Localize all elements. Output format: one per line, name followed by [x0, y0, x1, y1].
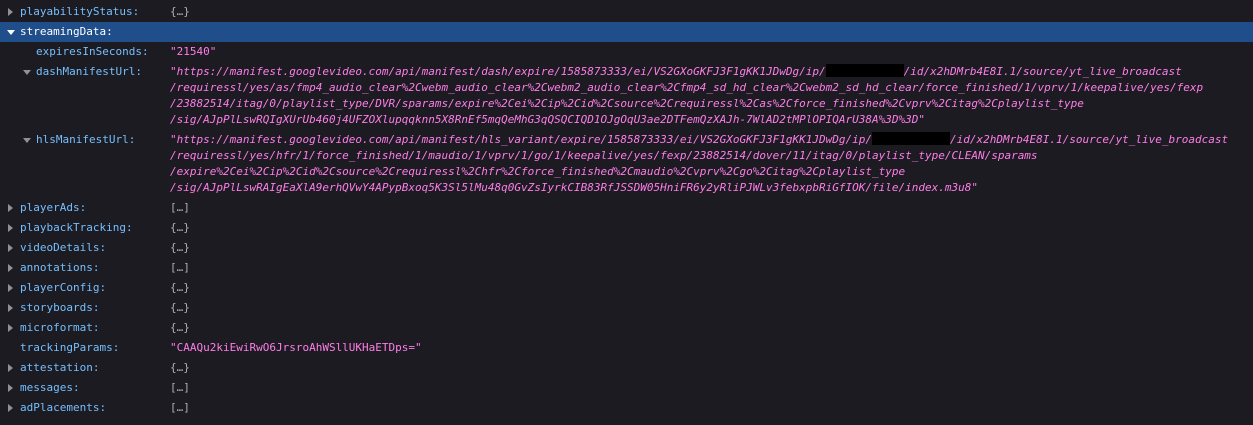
expand-toggle-icon[interactable] — [8, 384, 13, 392]
row-key-cell: playerConfig: — [0, 280, 106, 296]
expand-toggle-icon[interactable] — [8, 244, 13, 252]
json-row-messages[interactable]: messages: […] — [0, 378, 1253, 398]
row-value: {…} — [170, 241, 190, 254]
json-row-hlsManifestUrl[interactable]: hlsManifestUrl: "https://manifest.google… — [0, 130, 1253, 198]
row-key: playerAds: — [20, 201, 87, 214]
json-row-playbackTracking[interactable]: playbackTracking: {…} — [0, 218, 1253, 238]
row-key-cell: dashManifestUrl: — [0, 64, 142, 80]
row-value: […] — [170, 401, 190, 414]
row-key: playabilityStatus: — [20, 5, 140, 18]
json-row-dashManifestUrl[interactable]: dashManifestUrl: "https://manifest.googl… — [0, 62, 1253, 130]
json-viewer: playabilityStatus: {…} streamingData: ex… — [0, 0, 1253, 425]
row-key-cell: hlsManifestUrl: — [0, 132, 135, 148]
row-value: […] — [170, 381, 190, 394]
row-value: "CAAQu2kiEwiRwO6JrsroAhWSllUKHaETDps=" — [170, 341, 422, 354]
row-value: […] — [170, 201, 190, 214]
json-row-videoDetails[interactable]: videoDetails: {…} — [0, 238, 1253, 258]
row-value: "21540" — [170, 45, 217, 58]
row-key-cell: storyboards: — [0, 300, 99, 316]
redacted-ip-block — [825, 64, 904, 77]
row-key: playbackTracking: — [20, 221, 133, 234]
redacted-ip-block — [872, 132, 950, 145]
expand-toggle-icon[interactable] — [8, 304, 13, 312]
url-segment: /id/x2hDMrb4E8I.1/source/yt_live_broadca… — [903, 65, 1182, 78]
row-key: adPlacements: — [20, 401, 107, 414]
json-row-microformat[interactable]: microformat: {…} — [0, 318, 1253, 338]
row-value: {…} — [170, 361, 190, 374]
row-key-cell: microformat: — [0, 320, 99, 336]
json-row-attestation[interactable]: attestation: {…} — [0, 358, 1253, 378]
json-row-annotations[interactable]: annotations: […] — [0, 258, 1253, 278]
expand-toggle-icon[interactable] — [8, 284, 13, 292]
row-key: trackingParams: — [20, 341, 120, 354]
url-line: "https://manifest.googlevideo.com/api/ma… — [170, 132, 1233, 148]
row-key: messages: — [20, 381, 80, 394]
url-line: /sig/AJpPlLswRQIgXUrUb460j4UFZOXlupqqknn… — [170, 113, 925, 126]
url-line: /23882514/itag/0/playlist_type/DVR/spara… — [170, 97, 1084, 110]
json-row-trackingParams[interactable]: trackingParams: "CAAQu2kiEwiRwO6JrsroAhW… — [0, 338, 1253, 358]
row-value: {…} — [170, 221, 190, 234]
url-segment: "https://manifest.googlevideo.com/api/ma… — [170, 65, 826, 78]
row-key: hlsManifestUrl: — [36, 133, 136, 146]
row-value-multiline: "https://manifest.googlevideo.com/api/ma… — [170, 132, 1253, 196]
url-line: "https://manifest.googlevideo.com/api/ma… — [170, 64, 1233, 80]
row-key: dashManifestUrl: — [36, 65, 142, 78]
json-row-storyboards[interactable]: storyboards: {…} — [0, 298, 1253, 318]
row-key-cell: adPlacements: — [0, 400, 106, 416]
json-row-playerAds[interactable]: playerAds: […] — [0, 198, 1253, 218]
row-key-cell: trackingParams: — [0, 340, 119, 356]
expand-toggle-icon[interactable] — [8, 264, 13, 272]
json-row-adPlacements[interactable]: adPlacements: […] — [0, 398, 1253, 418]
row-key-cell: playbackTracking: — [0, 220, 133, 236]
row-key: expiresInSeconds: — [36, 45, 149, 58]
expand-toggle-icon[interactable] — [8, 404, 13, 412]
collapse-toggle-icon[interactable] — [23, 70, 31, 75]
row-value: {…} — [170, 321, 190, 334]
row-key-cell: streamingData: — [0, 24, 113, 40]
row-key-cell: playabilityStatus: — [0, 4, 139, 20]
row-value: […] — [170, 261, 190, 274]
json-row-playabilityStatus[interactable]: playabilityStatus: {…} — [0, 2, 1253, 22]
row-key: videoDetails: — [20, 241, 107, 254]
url-segment: "https://manifest.googlevideo.com/api/ma… — [170, 133, 872, 146]
row-value: {…} — [170, 5, 190, 18]
expand-toggle-icon[interactable] — [8, 224, 13, 232]
row-value: {…} — [170, 301, 190, 314]
row-key: streamingData: — [20, 25, 113, 38]
url-line: /sig/AJpPlLswRAIgEaXlA9erhQVwY4APypBxoq5… — [170, 181, 978, 194]
expand-toggle-icon[interactable] — [8, 204, 13, 212]
row-key: playerConfig: — [20, 281, 107, 294]
row-key-cell: annotations: — [0, 260, 99, 276]
row-key: annotations: — [20, 261, 100, 274]
row-key-cell: playerAds: — [0, 200, 86, 216]
row-key-cell: expiresInSeconds: — [0, 44, 149, 60]
url-segment: /id/x2hDMrb4E8I.1/source/yt_live_broadca… — [950, 133, 1229, 146]
row-key-cell: attestation: — [0, 360, 99, 376]
row-value-multiline: "https://manifest.googlevideo.com/api/ma… — [170, 64, 1253, 128]
json-row-playerConfig[interactable]: playerConfig: {…} — [0, 278, 1253, 298]
row-value: {…} — [170, 281, 190, 294]
json-row-expiresInSeconds[interactable]: expiresInSeconds: "21540" — [0, 42, 1253, 62]
expand-toggle-icon[interactable] — [8, 8, 13, 16]
row-key: microformat: — [20, 321, 100, 334]
expand-toggle-icon[interactable] — [8, 364, 13, 372]
collapse-toggle-icon[interactable] — [7, 30, 15, 35]
row-key: attestation: — [20, 361, 100, 374]
url-line: /expire%2Cei%2Cip%2Cid%2Csource%2Crequir… — [170, 165, 906, 178]
collapse-toggle-icon[interactable] — [23, 138, 31, 143]
json-row-streamingData[interactable]: streamingData: — [0, 22, 1253, 42]
row-key-cell: messages: — [0, 380, 80, 396]
url-line: /requiressl/yes/hfr/1/force_finished/1/m… — [170, 149, 1038, 162]
url-line: /requiressl/yes/as/fmp4_audio_clear%2Cwe… — [170, 81, 1204, 94]
expand-toggle-icon[interactable] — [8, 324, 13, 332]
row-key-cell: videoDetails: — [0, 240, 106, 256]
row-key: storyboards: — [20, 301, 100, 314]
